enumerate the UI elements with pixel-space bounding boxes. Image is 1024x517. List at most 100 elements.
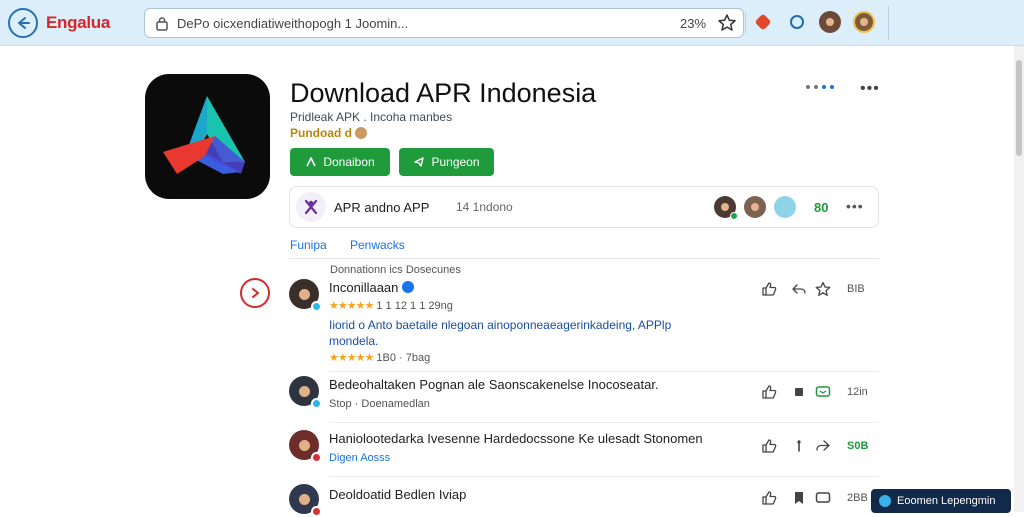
more-icon[interactable]: ••• bbox=[860, 80, 880, 98]
review-count: 12in bbox=[847, 386, 868, 398]
alert-icon bbox=[754, 13, 772, 31]
category-emoji-icon bbox=[355, 127, 367, 139]
download-icon bbox=[306, 157, 317, 167]
back-arrow-icon bbox=[18, 17, 30, 29]
page-title: Download APR Indonesia bbox=[290, 78, 597, 108]
review-item: Deoldoatid Bedlen Iviap 2BB bbox=[289, 484, 879, 517]
thumb-up-icon[interactable] bbox=[761, 384, 779, 402]
extension-alert-button[interactable] bbox=[752, 11, 774, 33]
url-text[interactable]: DePo oicxendiatiweithopogh 1 Joomin... bbox=[177, 16, 617, 31]
browser-app-name: Engalua bbox=[46, 13, 111, 32]
chip-icon bbox=[879, 495, 891, 507]
page-indicator-dots[interactable] bbox=[806, 85, 846, 91]
save-icon[interactable] bbox=[791, 384, 809, 402]
review-sub-meta: ★★★★★ 1B0 · 7bag bbox=[329, 351, 430, 364]
review-actions: 12in bbox=[761, 384, 879, 402]
reviewer-avatars bbox=[714, 196, 796, 220]
reviewer-name[interactable]: Haniolootedarka Ivesenne Hardedocssone K… bbox=[329, 431, 703, 446]
zoom-level[interactable]: 23% bbox=[680, 16, 706, 31]
star-icon[interactable] bbox=[815, 281, 833, 299]
review-body: Iiorid o Anto baetaile nlegoan ainoponne… bbox=[329, 318, 672, 348]
chip-label: Eoomen Lepengmin bbox=[897, 495, 996, 507]
review-count: S0B bbox=[847, 440, 869, 452]
review-count: 2BB bbox=[847, 492, 868, 504]
chat-icon[interactable] bbox=[815, 384, 833, 402]
card-version: 14 1ndono bbox=[456, 200, 513, 214]
floating-action-chip[interactable]: Eoomen Lepengmin bbox=[871, 489, 1011, 513]
download-button[interactable]: Donaibon bbox=[290, 148, 390, 176]
rating-stars: ★★★★★ bbox=[329, 352, 374, 364]
card-app-label: APR andno APP bbox=[334, 200, 430, 215]
app-logo bbox=[145, 74, 270, 199]
review-item: Bedeohaltaken Pognan ale Saonscakenelse … bbox=[289, 376, 879, 416]
review-item: Haniolootedarka Ivesenne Hardedocssone K… bbox=[289, 430, 879, 470]
toolbar-divider bbox=[888, 6, 889, 40]
review-divider bbox=[329, 476, 879, 477]
reviewer-name[interactable]: Deoldoatid Bedlen Iviap bbox=[329, 487, 466, 502]
avatar[interactable] bbox=[289, 484, 322, 517]
category-label: Pundoad d bbox=[290, 126, 367, 140]
scrollbar-thumb[interactable] bbox=[1016, 60, 1022, 156]
developer-name[interactable]: Pridleak APK . Incoha manbes bbox=[290, 110, 452, 124]
review-sub: Digen Aosss bbox=[329, 452, 391, 464]
chat-icon[interactable] bbox=[815, 490, 833, 508]
thumb-up-icon[interactable] bbox=[761, 438, 779, 456]
lock-icon bbox=[156, 17, 168, 31]
chevron-right-icon bbox=[252, 288, 259, 298]
bookmark-star-icon[interactable] bbox=[717, 13, 737, 33]
review-sub: Stop · Doenamedlan bbox=[329, 398, 430, 410]
review-sub: 1B0 · 7bag bbox=[376, 352, 431, 364]
review-count: BIB bbox=[847, 283, 865, 295]
avatar[interactable] bbox=[714, 196, 738, 220]
pin-icon[interactable] bbox=[791, 438, 809, 456]
browser-toolbar: Engalua DePo oicxendiatiweithopogh 1 Joo… bbox=[0, 0, 1024, 46]
category-text: Pundoad d bbox=[290, 126, 352, 140]
review-actions: 2BB bbox=[761, 490, 879, 508]
avatar[interactable] bbox=[289, 279, 322, 312]
address-bar[interactable]: DePo oicxendiatiweithopogh 1 Joomin... 2… bbox=[144, 8, 746, 38]
section-label: Donnationn ics Dosecunes bbox=[330, 264, 461, 276]
tab-features[interactable]: Funipa bbox=[290, 238, 327, 252]
review-actions: S0B bbox=[761, 438, 879, 456]
app-logo-icon bbox=[163, 96, 245, 174]
thumb-up-icon[interactable] bbox=[761, 490, 779, 508]
card-more-icon[interactable]: ••• bbox=[846, 198, 864, 214]
tab-reviews[interactable]: Penwacks bbox=[350, 238, 405, 252]
next-icon[interactable] bbox=[240, 278, 270, 308]
review-meta: ★★★★★ 1 1 12 1 1 29ng bbox=[329, 299, 453, 312]
avatar-face bbox=[860, 18, 868, 26]
review-divider bbox=[329, 371, 879, 372]
download-button-label: Donaibon bbox=[323, 155, 375, 169]
page-scrollbar[interactable] bbox=[1014, 46, 1024, 512]
verified-icon bbox=[402, 281, 415, 293]
review-actions: BIB bbox=[761, 281, 879, 299]
tabs-divider bbox=[289, 258, 879, 259]
avatar[interactable] bbox=[289, 376, 322, 409]
share-button[interactable]: Pungeon bbox=[399, 148, 494, 176]
review-date: 1 1 12 1 1 29ng bbox=[376, 300, 453, 312]
share-button-label: Pungeon bbox=[431, 155, 480, 169]
sync-icon bbox=[790, 15, 804, 29]
reply-icon[interactable] bbox=[791, 281, 809, 299]
rating-stars: ★★★★★ bbox=[329, 300, 374, 312]
card-count: 80 bbox=[814, 200, 829, 215]
extension-sync-button[interactable] bbox=[786, 11, 808, 33]
avatar[interactable] bbox=[774, 196, 796, 218]
publisher-logo bbox=[296, 192, 326, 222]
avatar[interactable] bbox=[744, 196, 766, 218]
avatar-face bbox=[826, 18, 834, 26]
share-icon bbox=[414, 157, 425, 167]
thumb-up-icon[interactable] bbox=[761, 281, 779, 299]
url-divider bbox=[745, 12, 746, 34]
reviewer-name[interactable]: Inconillaaan bbox=[329, 280, 415, 295]
account-avatar[interactable] bbox=[853, 11, 875, 33]
publisher-logo-icon bbox=[304, 199, 318, 215]
reviewer-name[interactable]: Bedeohaltaken Pognan ale Saonscakenelse … bbox=[329, 377, 659, 392]
avatar[interactable] bbox=[289, 430, 322, 463]
profile-avatar[interactable] bbox=[819, 11, 841, 33]
back-button[interactable] bbox=[8, 8, 38, 38]
share-icon[interactable] bbox=[815, 438, 833, 456]
review-divider bbox=[329, 422, 879, 423]
bookmark-icon[interactable] bbox=[791, 490, 809, 508]
app-info-card: APR andno APP 14 1ndono 80 ••• bbox=[289, 186, 879, 228]
